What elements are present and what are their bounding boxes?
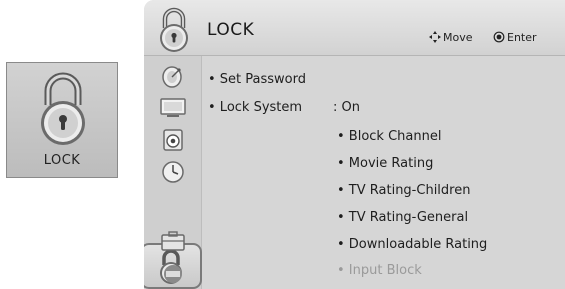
enter-hint-label: Enter [507, 31, 537, 44]
move-arrows-icon [428, 30, 442, 47]
lock-tile[interactable]: LOCK [6, 62, 118, 178]
move-hint-label: Move [443, 31, 473, 44]
menu-item-block-channel[interactable]: • Block Channel [337, 129, 441, 144]
sidebar-item-audio[interactable] [157, 128, 189, 152]
clock-icon [157, 160, 189, 184]
lock-header-icon [157, 6, 191, 56]
enter-circle-icon [493, 30, 505, 47]
sidebar-item-network[interactable] [157, 262, 189, 286]
page-title: LOCK [207, 20, 255, 40]
lock-menu-content: • Set Password • Lock System : On • Bloc… [202, 56, 565, 289]
satellite-dish-icon [157, 66, 189, 90]
menu-item-movie-rating[interactable]: • Movie Rating [337, 156, 433, 171]
menu-item-lock-system[interactable]: • Lock System [208, 100, 302, 115]
tile-label: LOCK [43, 153, 81, 168]
menu-item-downloadable-rating[interactable]: • Downloadable Rating [337, 237, 487, 252]
sidebar-item-option[interactable] [157, 231, 189, 255]
network-icon [157, 262, 189, 284]
speaker-icon [157, 128, 189, 152]
menu-item-input-block[interactable]: • Input Block [337, 263, 422, 278]
tv-screen-icon [157, 96, 189, 120]
sidebar-item-time[interactable] [157, 160, 189, 184]
lock-menu-panel: LOCK Move Enter • Set Password • Lock Sy… [144, 0, 565, 289]
menu-item-tv-rating-general[interactable]: • TV Rating-General [337, 210, 468, 225]
menu-item-tv-rating-children[interactable]: • TV Rating-Children [337, 183, 470, 198]
padlock-icon [37, 71, 89, 149]
lock-system-value: : On [333, 100, 360, 115]
sidebar-item-channel[interactable] [157, 66, 189, 90]
menu-header: LOCK Move Enter [144, 0, 565, 56]
menu-item-set-password[interactable]: • Set Password [208, 72, 306, 87]
toolbox-icon [157, 231, 189, 253]
sidebar-item-picture[interactable] [157, 96, 189, 120]
